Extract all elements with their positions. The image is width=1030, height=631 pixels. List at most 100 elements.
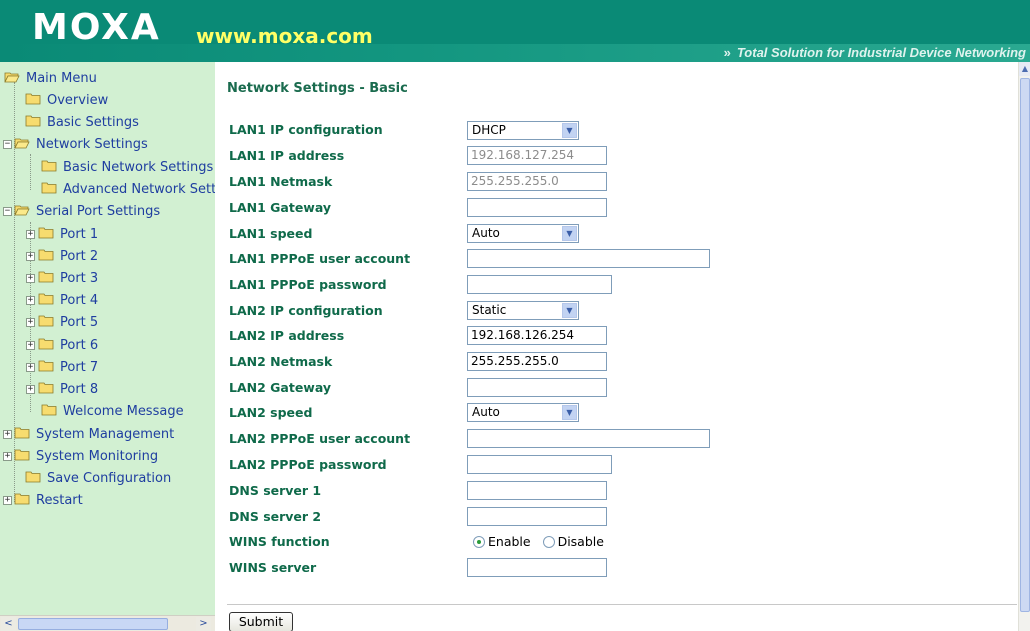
sidebar-item-port-5[interactable]: Port 5 (38, 313, 98, 333)
wins-server-label: WINS server (229, 560, 317, 575)
wins-server-field[interactable] (467, 558, 607, 577)
folder-icon (38, 271, 54, 283)
select-value: Static (472, 303, 507, 317)
sidebar-item-label: Port 8 (60, 382, 99, 397)
lan2-pppoe-password-field[interactable] (467, 455, 612, 474)
tree-line (30, 154, 31, 190)
vertical-scrollbar[interactable]: ▲ (1018, 62, 1030, 631)
expand-icon[interactable]: + (3, 430, 12, 439)
sidebar-item-system-monitoring[interactable]: System Monitoring (14, 447, 158, 467)
select-value: DHCP (472, 123, 506, 137)
scroll-left-icon[interactable]: < (1, 617, 16, 631)
lan1-gateway-label: LAN1 Gateway (229, 200, 332, 215)
dns-server-2-field[interactable] (467, 507, 607, 526)
expand-icon[interactable]: + (26, 341, 35, 350)
dns-server-1-field[interactable] (467, 481, 607, 500)
sidebar-item-serial-port-settings[interactable]: Serial Port Settings (14, 202, 160, 222)
sidebar-item-network-settings[interactable]: Network Settings (14, 135, 148, 155)
lan2-speed-label: LAN2 speed (229, 405, 313, 420)
sidebar-item-label: Port 6 (60, 338, 99, 353)
moxa-url: www.moxa.com (196, 24, 373, 48)
folder-icon (41, 160, 57, 172)
lan2-gateway-field[interactable] (467, 378, 607, 397)
sidebar-item-label: Main Menu (26, 71, 97, 86)
tagline: » Total Solution for Industrial Device Ne… (724, 45, 1026, 61)
lan1-ip-config-select[interactable]: DHCP ▼ (467, 121, 579, 140)
dns-server-1-label: DNS server 1 (229, 483, 322, 498)
expand-icon[interactable]: + (26, 363, 35, 372)
sidebar-item-port-3[interactable]: Port 3 (38, 269, 98, 289)
sidebar-item-system-management[interactable]: System Management (14, 425, 174, 445)
expand-icon[interactable]: + (26, 318, 35, 327)
sidebar-item-welcome-message[interactable]: Welcome Message (41, 402, 184, 422)
sidebar-item-port-8[interactable]: Port 8 (38, 380, 98, 400)
tagline-arrows-icon: » (723, 45, 731, 60)
folder-icon (38, 249, 54, 261)
submit-button[interactable]: Submit (229, 612, 293, 631)
scrollbar-thumb[interactable] (18, 618, 168, 630)
wins-disable-radio[interactable] (542, 536, 555, 548)
sidebar-item-port-7[interactable]: Port 7 (38, 358, 98, 378)
folder-icon (41, 182, 57, 194)
sidebar-item-port-2[interactable]: Port 2 (38, 247, 98, 267)
wins-enable-label: Enable (488, 534, 531, 549)
lan1-netmask-field[interactable]: 255.255.255.0 (467, 172, 607, 191)
main-content: Network Settings - Basic LAN1 IP configu… (215, 62, 1018, 631)
expand-icon[interactable]: + (26, 385, 35, 394)
collapse-icon[interactable]: − (3, 207, 12, 216)
sidebar-item-overview[interactable]: Overview (25, 91, 108, 111)
sidebar-item-label: Basic Settings (47, 115, 139, 130)
sidebar-horizontal-scrollbar[interactable]: < > (0, 615, 215, 631)
wins-enable-radio[interactable] (473, 536, 485, 548)
sidebar-item-save-configuration[interactable]: Save Configuration (25, 469, 171, 489)
collapse-icon[interactable]: − (3, 140, 12, 149)
sidebar-item-advanced-network-settings[interactable]: Advanced Network Settings (41, 180, 215, 200)
sidebar-item-port-6[interactable]: Port 6 (38, 336, 98, 356)
sidebar-item-label: Advanced Network Settings (63, 182, 215, 197)
expand-icon[interactable]: + (26, 296, 35, 305)
folder-icon (25, 115, 41, 127)
sidebar-item-restart[interactable]: Restart (14, 491, 83, 511)
lan1-pppoe-user-field[interactable] (467, 249, 710, 268)
lan1-ip-address-field[interactable]: 192.168.127.254 (467, 146, 607, 165)
folder-icon (41, 404, 57, 416)
lan1-speed-select[interactable]: Auto ▼ (467, 224, 579, 243)
lan2-pppoe-user-label: LAN2 PPPoE user account (229, 431, 411, 446)
scrollbar-thumb[interactable] (1020, 78, 1030, 612)
dns-server-2-label: DNS server 2 (229, 509, 322, 524)
lan1-speed-label: LAN1 speed (229, 226, 313, 241)
expand-icon[interactable]: + (3, 496, 12, 505)
lan2-netmask-field[interactable]: 255.255.255.0 (467, 352, 607, 371)
lan2-speed-select[interactable]: Auto ▼ (467, 403, 579, 422)
expand-icon[interactable]: + (3, 452, 12, 461)
lan2-ip-config-select[interactable]: Static ▼ (467, 301, 579, 320)
sidebar-item-main-menu[interactable]: Main Menu (4, 69, 97, 89)
lan2-pppoe-user-field[interactable] (467, 429, 710, 448)
sidebar-item-label: Port 7 (60, 360, 99, 375)
expand-icon[interactable]: + (26, 252, 35, 261)
lan1-ip-address-label: LAN1 IP address (229, 148, 345, 163)
expand-icon[interactable]: + (26, 274, 35, 283)
sidebar-item-port-1[interactable]: Port 1 (38, 225, 98, 245)
sidebar-item-label: System Management (36, 427, 175, 442)
lan1-gateway-field[interactable] (467, 198, 607, 217)
open-folder-icon (14, 204, 30, 216)
lan1-netmask-label: LAN1 Netmask (229, 174, 333, 189)
scroll-up-icon[interactable]: ▲ (1019, 62, 1030, 76)
open-folder-icon (4, 71, 20, 83)
scroll-right-icon[interactable]: > (196, 617, 211, 631)
lan2-ip-address-field[interactable]: 192.168.126.254 (467, 326, 607, 345)
sidebar-item-basic-settings[interactable]: Basic Settings (25, 113, 139, 133)
sidebar-item-basic-network-settings[interactable]: Basic Network Settings (41, 158, 213, 178)
open-folder-icon (14, 137, 30, 149)
folder-icon (38, 315, 54, 327)
lan2-pppoe-password-label: LAN2 PPPoE password (229, 457, 387, 472)
chevron-down-icon: ▼ (562, 405, 577, 420)
lan1-pppoe-password-field[interactable] (467, 275, 612, 294)
sidebar-menu-tree: Main Menu Overview Basic Settings − Netw… (0, 62, 215, 631)
lan2-ip-address-label: LAN2 IP address (229, 328, 345, 343)
sidebar-item-port-4[interactable]: Port 4 (38, 291, 98, 311)
lan1-pppoe-user-label: LAN1 PPPoE user account (229, 251, 411, 266)
lan1-pppoe-password-label: LAN1 PPPoE password (229, 277, 387, 292)
expand-icon[interactable]: + (26, 230, 35, 239)
